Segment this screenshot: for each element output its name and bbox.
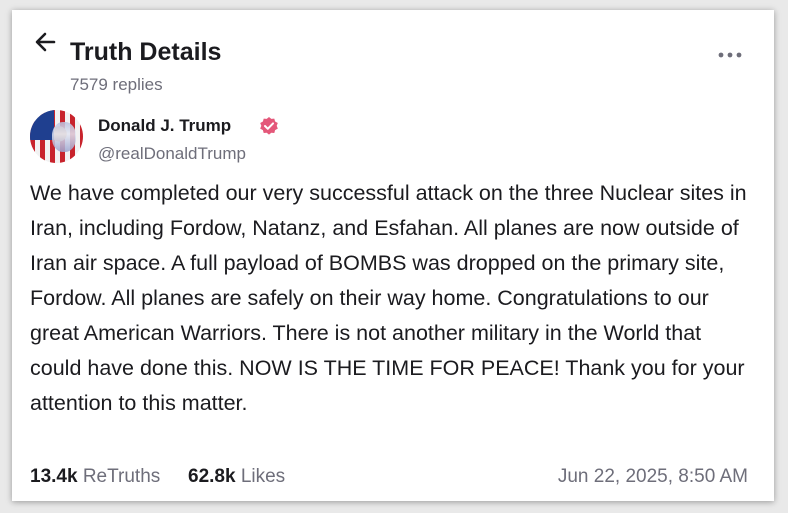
likes-count: 62.8k <box>188 466 236 487</box>
avatar-portrait <box>52 122 76 152</box>
author-handle[interactable]: @realDonaldTrump <box>98 144 246 164</box>
more-options-button[interactable] <box>716 48 746 62</box>
arrow-left-icon <box>35 32 56 52</box>
post-author: Donald J. Trump @realDonaldTrump <box>30 110 754 166</box>
retruths-label: ReTruths <box>82 466 161 487</box>
truth-details-card: Truth Details 7579 replies Donald J. Tru… <box>12 10 774 501</box>
post-text: We have completed our very successful at… <box>30 181 747 415</box>
avatar-flag-canton <box>30 110 54 140</box>
replies-count: 7579 replies <box>70 75 163 94</box>
likes-stat[interactable]: 62.8k Likes <box>188 466 285 488</box>
likes-label: Likes <box>240 466 286 487</box>
back-button[interactable] <box>32 28 60 56</box>
retruths-count: 13.4k <box>30 466 78 487</box>
page-header: Truth Details 7579 replies <box>32 28 754 94</box>
verified-badge-icon <box>259 116 279 136</box>
post-timestamp: Jun 22, 2025, 8:50 AM <box>557 466 748 487</box>
author-name[interactable]: Donald J. Trump <box>98 116 231 136</box>
page-title: Truth Details <box>70 38 222 66</box>
post-footer: 13.4k ReTruths 62.8k Likes Jun 22, 2025,… <box>30 466 748 492</box>
avatar[interactable] <box>30 110 83 163</box>
retruths-stat[interactable]: 13.4k ReTruths <box>30 466 160 488</box>
more-horizontal-icon <box>718 52 742 58</box>
